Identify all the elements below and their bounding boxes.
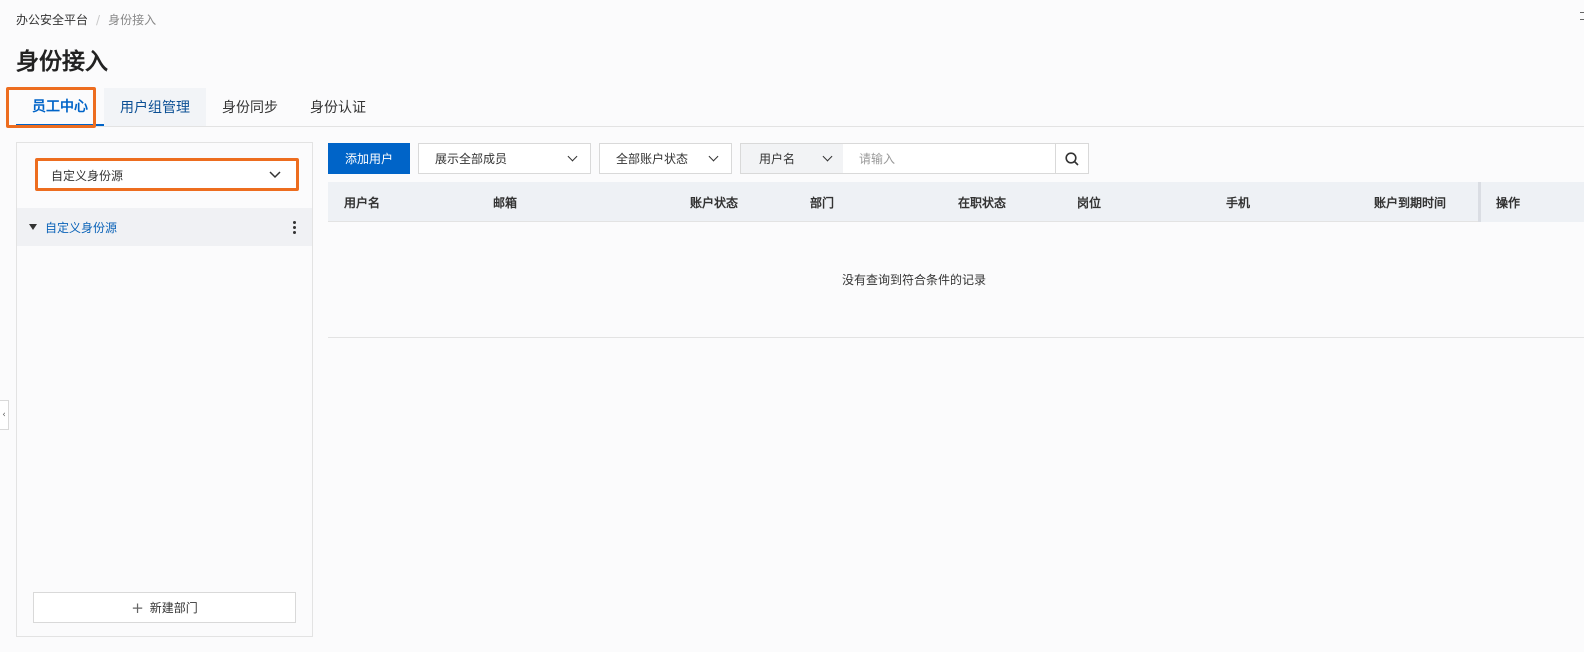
search-input[interactable]	[843, 144, 1055, 173]
column-header-employment-status: 在职状态	[958, 195, 1007, 210]
breadcrumb-separator: /	[96, 12, 101, 27]
breadcrumb-root[interactable]: 办公安全平台	[16, 11, 88, 28]
breadcrumb-current: 身份接入	[108, 13, 157, 27]
more-vertical-icon[interactable]	[289, 220, 300, 234]
status-filter-dropdown[interactable]: 全部账户状态	[599, 143, 732, 174]
new-department-label: 新建部门	[149, 601, 198, 615]
new-department-button[interactable]: + 新建部门	[33, 592, 296, 623]
column-header-actions: 操作	[1478, 182, 1584, 222]
column-header-phone: 手机	[1226, 195, 1251, 210]
tab-bar: 员工中心 用户组管理 身份同步 身份认证	[16, 88, 1584, 127]
status-filter-value: 全部账户状态	[616, 152, 689, 166]
toolbar: 添加用户 展示全部成员 全部账户状态 用户名	[328, 143, 1089, 174]
member-filter-value: 展示全部成员	[435, 152, 508, 166]
tree-node-label[interactable]: 自定义身份源	[45, 219, 117, 236]
search-button[interactable]	[1055, 144, 1088, 173]
table-header: 用户名 邮箱 账户状态 部门 在职状态 岗位 手机 账户到期时间 操作	[328, 182, 1584, 222]
department-panel: 自定义身份源 自定义身份源 + 新建部门	[16, 142, 313, 637]
column-header-email: 邮箱	[493, 195, 518, 210]
column-header-position: 岗位	[1077, 195, 1102, 210]
breadcrumb: 办公安全平台 / 身份接入	[16, 11, 156, 28]
empty-state: 没有查询到符合条件的记录	[328, 222, 1584, 338]
tree-node-custom-source[interactable]: 自定义身份源	[17, 208, 312, 246]
plus-icon: +	[131, 598, 144, 617]
chevron-down-icon	[269, 168, 281, 182]
chevron-down-icon	[708, 151, 719, 162]
tab-identity-sync[interactable]: 身份同步	[206, 88, 294, 126]
member-filter-dropdown[interactable]: 展示全部成员	[418, 143, 591, 174]
chevron-down-icon	[567, 151, 578, 162]
chevron-down-icon	[822, 151, 833, 162]
search-icon	[1065, 151, 1079, 166]
caret-down-icon[interactable]	[29, 224, 37, 230]
search-group: 用户名	[740, 143, 1089, 174]
search-type-value: 用户名	[759, 152, 796, 166]
identity-source-value: 自定义身份源	[51, 168, 124, 183]
column-header-expiry: 账户到期时间	[1374, 195, 1447, 210]
collapse-icon[interactable]: ‹	[0, 400, 9, 430]
column-header-account-status: 账户状态	[690, 195, 739, 210]
empty-state-text: 没有查询到符合条件的记录	[841, 273, 986, 287]
tab-user-group[interactable]: 用户组管理	[104, 88, 206, 126]
tab-employee-center[interactable]: 员工中心	[16, 88, 104, 126]
tab-identity-auth[interactable]: 身份认证	[294, 88, 382, 126]
identity-source-select[interactable]: 自定义身份源	[37, 160, 297, 190]
search-type-select[interactable]: 用户名	[741, 144, 843, 173]
add-user-button[interactable]: 添加用户	[328, 143, 410, 174]
menu-icon[interactable]	[1580, 12, 1584, 20]
column-header-department: 部门	[810, 195, 835, 210]
column-header-username: 用户名	[344, 195, 381, 210]
page-title: 身份接入	[16, 49, 108, 75]
